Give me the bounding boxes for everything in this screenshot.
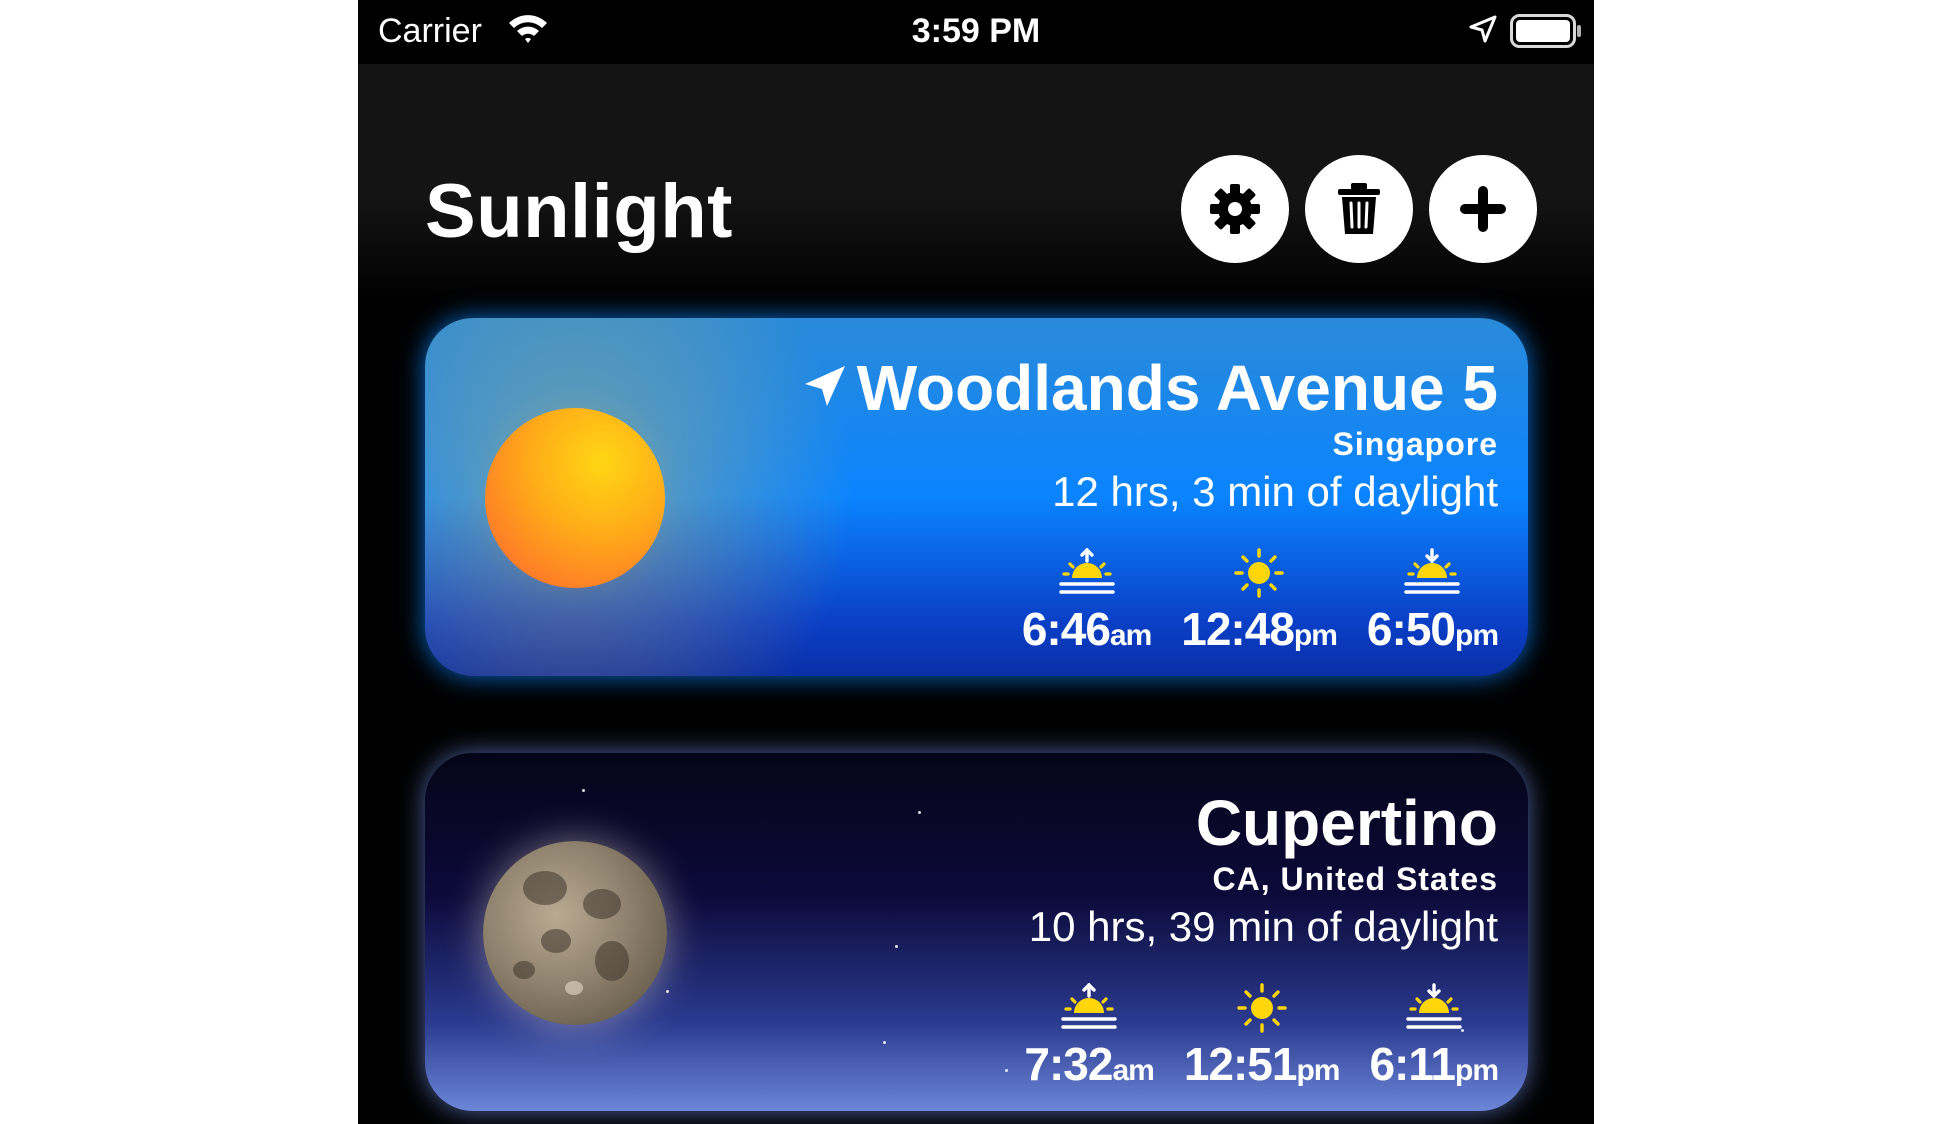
location-region: CA, United States [1212, 861, 1498, 897]
sun-icon [1230, 548, 1288, 598]
star [1005, 1069, 1008, 1072]
location-info: Cupertino CA, United States 10 hrs, 39 m… [1029, 787, 1498, 955]
sunrise-time-value: 7:32 [1024, 1038, 1113, 1090]
noon-time-value: 12:51 [1183, 1038, 1298, 1090]
noon-time-suffix: pm [1293, 619, 1338, 652]
star [918, 811, 921, 814]
star [582, 789, 585, 792]
page-title: Sunlight [425, 169, 733, 254]
sunrise-time-suffix: am [1112, 1054, 1154, 1087]
location-info: Woodlands Avenue 5 Singapore 12 hrs, 3 m… [803, 352, 1498, 520]
location-arrow-icon [1469, 15, 1497, 43]
sun-times: 6:46am 12:48pm 6:50pm [1021, 548, 1499, 656]
app-screen: Carrier 3:59 PM Sunlight Woodlands Avenu… [358, 0, 1594, 1124]
solar-noon-time: 12:48pm [1181, 548, 1338, 656]
delete-button[interactable] [1305, 155, 1413, 263]
location-name-text: Woodlands Avenue 5 [856, 352, 1498, 424]
battery-icon [1510, 14, 1581, 48]
moon-image [483, 841, 667, 1025]
sunset-time: 6:11pm [1369, 983, 1499, 1091]
status-bar: Carrier 3:59 PM [358, 0, 1594, 64]
location-card-woodlands[interactable]: Woodlands Avenue 5 Singapore 12 hrs, 3 m… [425, 318, 1528, 676]
sun-times: 7:32am 12:51pm 6:11pm [1024, 983, 1499, 1091]
trash-icon [1338, 183, 1380, 234]
star [666, 990, 669, 993]
sunrise-time: 6:46am [1021, 548, 1152, 656]
gear-icon [1210, 184, 1260, 234]
sunset-time: 6:50pm [1366, 548, 1499, 656]
star [895, 945, 898, 948]
sunrise-time-suffix: am [1109, 619, 1152, 652]
star [883, 1041, 886, 1044]
sunrise-icon [1058, 548, 1116, 598]
location-card-cupertino[interactable]: Cupertino CA, United States 10 hrs, 39 m… [425, 753, 1528, 1111]
sunset-time-value: 6:11 [1369, 1038, 1456, 1090]
daylight-duration: 10 hrs, 39 min of daylight [1028, 903, 1498, 950]
add-location-button[interactable] [1429, 155, 1537, 263]
solar-noon-time: 12:51pm [1184, 983, 1340, 1091]
sunset-time-value: 6:50 [1366, 603, 1456, 655]
sunrise-time-value: 6:46 [1021, 603, 1111, 655]
location-region: Singapore [1332, 426, 1498, 462]
sun-image [485, 408, 665, 588]
sunset-icon [1403, 548, 1461, 598]
sunset-time-suffix: pm [1455, 619, 1499, 652]
noon-time-value: 12:48 [1181, 603, 1295, 655]
noon-time-suffix: pm [1296, 1054, 1340, 1087]
sun-icon [1233, 983, 1291, 1033]
sunset-icon [1405, 983, 1463, 1033]
location-arrow-icon [804, 366, 845, 406]
plus-icon [1460, 186, 1506, 232]
location-name: Cupertino [1195, 787, 1498, 859]
location-name: Woodlands Avenue 5 [803, 352, 1498, 424]
clock: 3:59 PM [911, 12, 1041, 50]
settings-button[interactable] [1181, 155, 1289, 263]
sunrise-time: 7:32am [1024, 983, 1155, 1091]
daylight-duration: 12 hrs, 3 min of daylight [1052, 468, 1498, 515]
sunset-time-suffix: pm [1455, 1054, 1499, 1087]
sunrise-icon [1060, 983, 1118, 1033]
